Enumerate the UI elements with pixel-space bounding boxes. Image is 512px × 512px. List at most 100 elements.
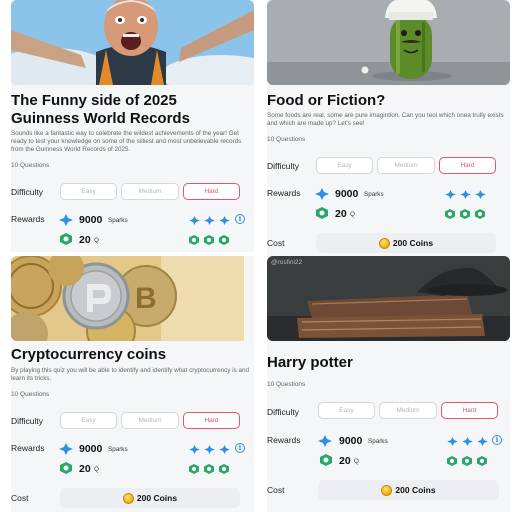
sparks-unit: Sparks bbox=[108, 217, 128, 224]
mini-q-icon bbox=[475, 209, 485, 219]
quiz-card-guinness[interactable]: The Funny side of 2025 Guinness World Re… bbox=[11, 0, 254, 252]
q-unit: Q bbox=[94, 466, 99, 473]
question-count: 10 Questions bbox=[11, 391, 50, 398]
q-token-icon bbox=[60, 462, 72, 474]
difficulty-easy-button[interactable]: Easy bbox=[60, 183, 117, 200]
mini-q-icon bbox=[445, 209, 455, 219]
card-title-line1: The Funny side of 2025 bbox=[11, 92, 177, 109]
q-value: 20 bbox=[335, 208, 347, 220]
difficulty-easy-button[interactable]: Easy bbox=[318, 402, 375, 419]
cost-value: 200 Coins bbox=[395, 485, 436, 495]
mini-spark-icon bbox=[445, 190, 456, 199]
mini-q-icon bbox=[204, 464, 214, 474]
difficulty-medium-button[interactable]: Medium bbox=[121, 183, 179, 200]
q-token-icon bbox=[320, 454, 332, 466]
mini-q-icon bbox=[219, 464, 229, 474]
difficulty-hard-button[interactable]: Hard bbox=[183, 412, 240, 429]
mini-q-icon bbox=[219, 235, 229, 245]
sparks-value: 9000 bbox=[335, 188, 359, 200]
card-title: Cryptocurrency coins bbox=[11, 346, 167, 363]
difficulty-easy-button[interactable]: Easy bbox=[60, 412, 117, 429]
coin-icon bbox=[122, 492, 134, 504]
difficulty-label: Difficulty bbox=[267, 407, 299, 417]
mini-q-icon bbox=[462, 456, 472, 466]
spark-icon bbox=[59, 443, 73, 455]
spark-icon bbox=[318, 435, 332, 447]
question-count: 10 Questions bbox=[267, 136, 306, 143]
difficulty-label: Difficulty bbox=[11, 416, 43, 426]
sparks-value: 9000 bbox=[79, 443, 103, 455]
mini-q-icon bbox=[189, 235, 199, 245]
cost-value: 200 Coins bbox=[392, 238, 434, 248]
sparks-unit: Sparks bbox=[108, 446, 128, 453]
info-icon[interactable]: i bbox=[235, 214, 245, 224]
card-description: By playing this quiz you will be able to… bbox=[11, 367, 250, 382]
mini-spark-icon bbox=[189, 445, 200, 454]
q-token-icon bbox=[60, 233, 72, 245]
mini-spark-icon bbox=[189, 216, 200, 225]
q-token-icon bbox=[316, 207, 328, 219]
card-title: Food or Fiction? bbox=[267, 92, 386, 109]
chef-cucumber-illustration bbox=[267, 0, 510, 85]
cost-button[interactable]: 200 Coins bbox=[60, 488, 240, 508]
mini-spark-icon bbox=[477, 437, 488, 446]
mini-q-icon bbox=[189, 464, 199, 474]
svg-text:B: B bbox=[135, 282, 157, 315]
card-image-crypto-coins[interactable]: B bbox=[11, 256, 254, 341]
mini-spark-icon bbox=[447, 437, 458, 446]
spark-icon bbox=[59, 214, 73, 226]
card-image-skydiver[interactable] bbox=[11, 0, 254, 85]
mini-spark-icon bbox=[219, 445, 230, 454]
quiz-card-cryptocurrency[interactable]: B Cryptocurrency coins By playing this q… bbox=[11, 256, 254, 512]
coin-icon bbox=[381, 484, 393, 496]
sparks-value: 9000 bbox=[339, 435, 363, 447]
image-watermark: @rosfini22 bbox=[271, 259, 303, 266]
card-image-chef-cucumber[interactable] bbox=[267, 0, 510, 85]
info-icon[interactable]: i bbox=[492, 435, 502, 445]
rewards-label: Rewards bbox=[267, 188, 301, 198]
difficulty-hard-button[interactable]: Hard bbox=[441, 402, 498, 419]
quiz-card-harry-potter[interactable]: @rosfini22 Harry potter 10 Questions Dif… bbox=[267, 256, 510, 512]
cost-value: 200 Coins bbox=[136, 493, 178, 503]
q-value: 20 bbox=[79, 463, 91, 475]
mini-q-icon bbox=[447, 456, 457, 466]
q-unit: Q bbox=[350, 211, 355, 218]
difficulty-medium-button[interactable]: Medium bbox=[377, 157, 435, 174]
difficulty-hard-button[interactable]: Hard bbox=[183, 183, 240, 200]
difficulty-label: Difficulty bbox=[11, 187, 43, 197]
difficulty-medium-button[interactable]: Medium bbox=[379, 402, 437, 419]
rewards-label: Rewards bbox=[267, 435, 301, 445]
cost-button[interactable]: 200 Coins bbox=[316, 233, 496, 253]
skydiver-illustration bbox=[11, 0, 254, 85]
cost-label: Cost bbox=[11, 493, 29, 503]
mini-spark-icon bbox=[460, 190, 471, 199]
cost-label: Cost bbox=[267, 238, 285, 248]
cost-button[interactable]: 200 Coins bbox=[318, 480, 499, 500]
difficulty-label: Difficulty bbox=[267, 161, 299, 171]
quiz-card-food-or-fiction[interactable]: Food or Fiction? Some foods are real, so… bbox=[267, 0, 510, 256]
coin-icon bbox=[378, 237, 390, 249]
q-value: 20 bbox=[339, 455, 351, 467]
question-count: 10 Questions bbox=[267, 381, 306, 388]
mini-spark-icon bbox=[219, 216, 230, 225]
mini-q-icon bbox=[204, 235, 214, 245]
mini-spark-icon bbox=[475, 190, 486, 199]
crypto-coins-illustration: B bbox=[11, 256, 244, 341]
question-count: 10 Questions bbox=[11, 162, 50, 169]
info-icon[interactable]: i bbox=[235, 443, 245, 453]
rewards-label: Rewards bbox=[11, 214, 45, 224]
difficulty-medium-button[interactable]: Medium bbox=[121, 412, 179, 429]
mini-spark-icon bbox=[462, 437, 473, 446]
difficulty-easy-button[interactable]: Easy bbox=[316, 157, 373, 174]
wizard-hat-books-illustration bbox=[267, 256, 510, 341]
difficulty-hard-button[interactable]: Hard bbox=[439, 157, 496, 174]
q-unit: Q bbox=[94, 237, 99, 244]
card-image-wizard-books[interactable]: @rosfini22 bbox=[267, 256, 510, 341]
mini-spark-icon bbox=[204, 445, 215, 454]
card-title-line2: Guinness World Records bbox=[11, 110, 190, 127]
cost-label: Cost bbox=[267, 485, 285, 495]
card-description: Some foods are real, some are pure imagi… bbox=[267, 112, 504, 127]
card-description: Sounds like a fantastic way to celebrate… bbox=[11, 130, 242, 153]
mini-spark-icon bbox=[204, 216, 215, 225]
card-title: Harry potter bbox=[267, 354, 353, 371]
